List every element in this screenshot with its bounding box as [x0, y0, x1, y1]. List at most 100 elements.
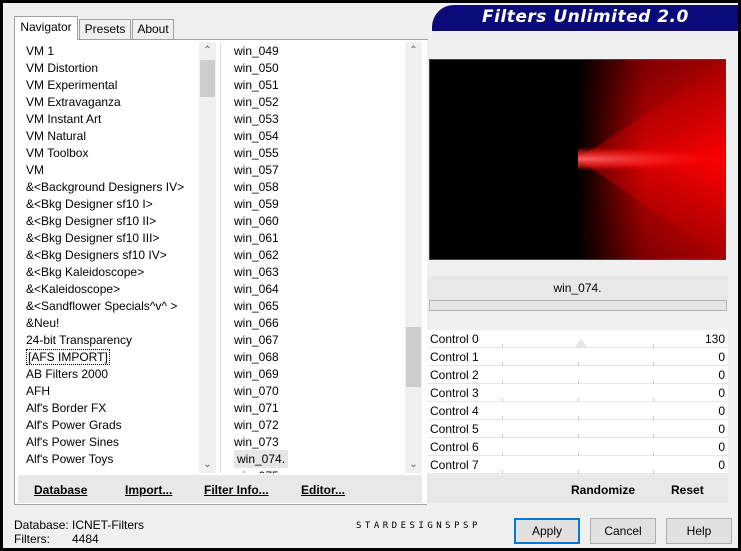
filter-item-label: win_073	[234, 435, 279, 449]
control-slider-row[interactable]: Control 0 130	[427, 330, 728, 348]
filter-item[interactable]: win_058	[228, 179, 406, 196]
filter-item[interactable]: win_051	[228, 77, 406, 94]
category-item[interactable]: VM Experimental	[20, 77, 200, 94]
scroll-down-icon[interactable]: ⌄	[405, 456, 422, 473]
control-label: Control 4	[430, 404, 479, 418]
filter-item[interactable]: win_072	[228, 417, 406, 434]
filter-item[interactable]: win_067	[228, 332, 406, 349]
title-banner: Filters Unlimited 2.0	[432, 5, 738, 31]
filter-item[interactable]: win_052	[228, 94, 406, 111]
scroll-down-icon[interactable]: ⌄	[199, 456, 216, 473]
filter-item[interactable]: win_075	[228, 468, 406, 473]
filter-item-label: win_070	[234, 384, 279, 398]
filter-scrollbar[interactable]: ⌃ ⌄	[405, 42, 422, 473]
filter-item[interactable]: win_059	[228, 196, 406, 213]
category-list[interactable]: VM 1 VM Distortion VM Experimental VM Extra…	[20, 45, 200, 473]
import-button[interactable]: Import...	[125, 483, 172, 497]
apply-button[interactable]: Apply	[514, 518, 580, 544]
control-slider-row[interactable]: Control 4 0	[427, 402, 728, 420]
category-scrollbar[interactable]: ⌃ ⌄	[199, 42, 216, 473]
tab-about[interactable]: About	[132, 19, 174, 39]
scroll-up-icon[interactable]: ⌃	[405, 42, 422, 59]
control-slider-row[interactable]: Control 1 0	[427, 348, 728, 366]
category-item[interactable]: VM Extravaganza	[20, 94, 200, 111]
filter-item[interactable]: win_055	[228, 145, 406, 162]
control-slider-row[interactable]: Control 5 0	[427, 420, 728, 438]
category-item[interactable]: Alf's Power Toys	[20, 451, 200, 468]
cancel-button[interactable]: Cancel	[590, 518, 656, 544]
filter-item[interactable]: win_066	[228, 315, 406, 332]
category-item[interactable]: &<Sandflower Specials^v^ >	[20, 298, 200, 315]
category-item[interactable]: VM 1	[20, 45, 200, 60]
filter-item[interactable]: win_057	[228, 162, 406, 179]
category-item[interactable]: VM	[20, 162, 200, 179]
control-value: 0	[718, 458, 725, 472]
filter-item[interactable]: win_073	[228, 434, 406, 451]
filter-item-label: win_061	[234, 231, 279, 245]
category-item[interactable]: &<Kaleidoscope>	[20, 281, 200, 298]
filter-item[interactable]: win_071	[228, 400, 406, 417]
control-slider-row[interactable]: Control 6 0	[427, 438, 728, 456]
category-item[interactable]: [AFS IMPORT]	[20, 349, 200, 366]
category-item[interactable]: &<Bkg Designer sf10 II>	[20, 213, 200, 230]
randomize-button[interactable]: Randomize	[571, 483, 635, 497]
category-item[interactable]: VM Toolbox	[20, 145, 200, 162]
tab-presets[interactable]: Presets	[79, 19, 131, 39]
database-button[interactable]: Database	[34, 483, 87, 497]
help-button[interactable]: Help	[666, 518, 732, 544]
brand-watermark: STARDESIGNSPSP	[356, 521, 481, 531]
control-slider-row[interactable]: Control 3 0	[427, 384, 728, 402]
category-item[interactable]: VM Instant Art	[20, 111, 200, 128]
filter-item[interactable]: win_061	[228, 230, 406, 247]
filter-item-label: win_062	[234, 248, 279, 262]
category-item[interactable]: &<Bkg Designer sf10 I>	[20, 196, 200, 213]
control-value: 0	[718, 422, 725, 436]
filter-item[interactable]: win_070	[228, 383, 406, 400]
category-item[interactable]: &<Bkg Designer sf10 III>	[20, 230, 200, 247]
filter-scroll-thumb[interactable]	[406, 327, 421, 387]
filter-info-button[interactable]: Filter Info...	[204, 483, 269, 497]
category-item[interactable]: 24-bit Transparency	[20, 332, 200, 349]
category-item[interactable]: &Neu!	[20, 315, 200, 332]
category-item-label: &<Bkg Designer sf10 III>	[26, 231, 160, 245]
filter-item[interactable]: win_064	[228, 281, 406, 298]
category-item-label: &<Kaleidoscope>	[26, 282, 121, 296]
control-slider-row[interactable]: Control 7 0	[427, 456, 728, 474]
editor-button[interactable]: Editor...	[301, 483, 345, 497]
category-item[interactable]: Alf's Power Grads	[20, 417, 200, 434]
category-item[interactable]: Alf's Border FX	[20, 400, 200, 417]
filter-item[interactable]: win_060	[228, 213, 406, 230]
filter-item[interactable]: win_074.	[228, 450, 406, 468]
scroll-up-icon[interactable]: ⌃	[199, 42, 216, 59]
slider-thumb[interactable]	[575, 339, 587, 347]
filter-item[interactable]: win_069	[228, 366, 406, 383]
filter-item[interactable]: win_065	[228, 298, 406, 315]
filter-item-label: win_059	[234, 197, 279, 211]
filter-item[interactable]: win_063	[228, 264, 406, 281]
filter-item-label: win_063	[234, 265, 279, 279]
category-item[interactable]: AFH	[20, 383, 200, 400]
category-item[interactable]: &<Bkg Designers sf10 IV>	[20, 247, 200, 264]
filter-item[interactable]: win_068	[228, 349, 406, 366]
category-item[interactable]: &<Background Designers IV>	[20, 179, 200, 196]
filter-item[interactable]: win_054	[228, 128, 406, 145]
category-item-label: VM	[26, 163, 44, 177]
category-item[interactable]: Alf's Power Sines	[20, 434, 200, 451]
filter-item[interactable]: win_050	[228, 60, 406, 77]
control-actions-bar: Randomize Reset	[427, 475, 728, 503]
filter-item[interactable]: win_062	[228, 247, 406, 264]
filter-list[interactable]: win_049 win_050 win_051 win_052 win_053 win_0…	[228, 45, 406, 473]
category-scroll-thumb[interactable]	[200, 60, 215, 97]
control-slider-row[interactable]: Control 2 0	[427, 366, 728, 384]
category-item-label: Alf's Border FX	[26, 401, 107, 415]
filter-item[interactable]: win_053	[228, 111, 406, 128]
reset-button[interactable]: Reset	[671, 483, 704, 497]
filter-item[interactable]: win_049	[228, 45, 406, 60]
category-item[interactable]: AB Filters 2000	[20, 366, 200, 383]
filter-item-label: win_054	[234, 129, 279, 143]
category-item[interactable]: VM Natural	[20, 128, 200, 145]
tab-navigator[interactable]: Navigator	[14, 16, 78, 40]
category-item[interactable]: VM Distortion	[20, 60, 200, 77]
category-item[interactable]: &<Bkg Kaleidoscope>	[20, 264, 200, 281]
slider-tick	[578, 470, 579, 474]
